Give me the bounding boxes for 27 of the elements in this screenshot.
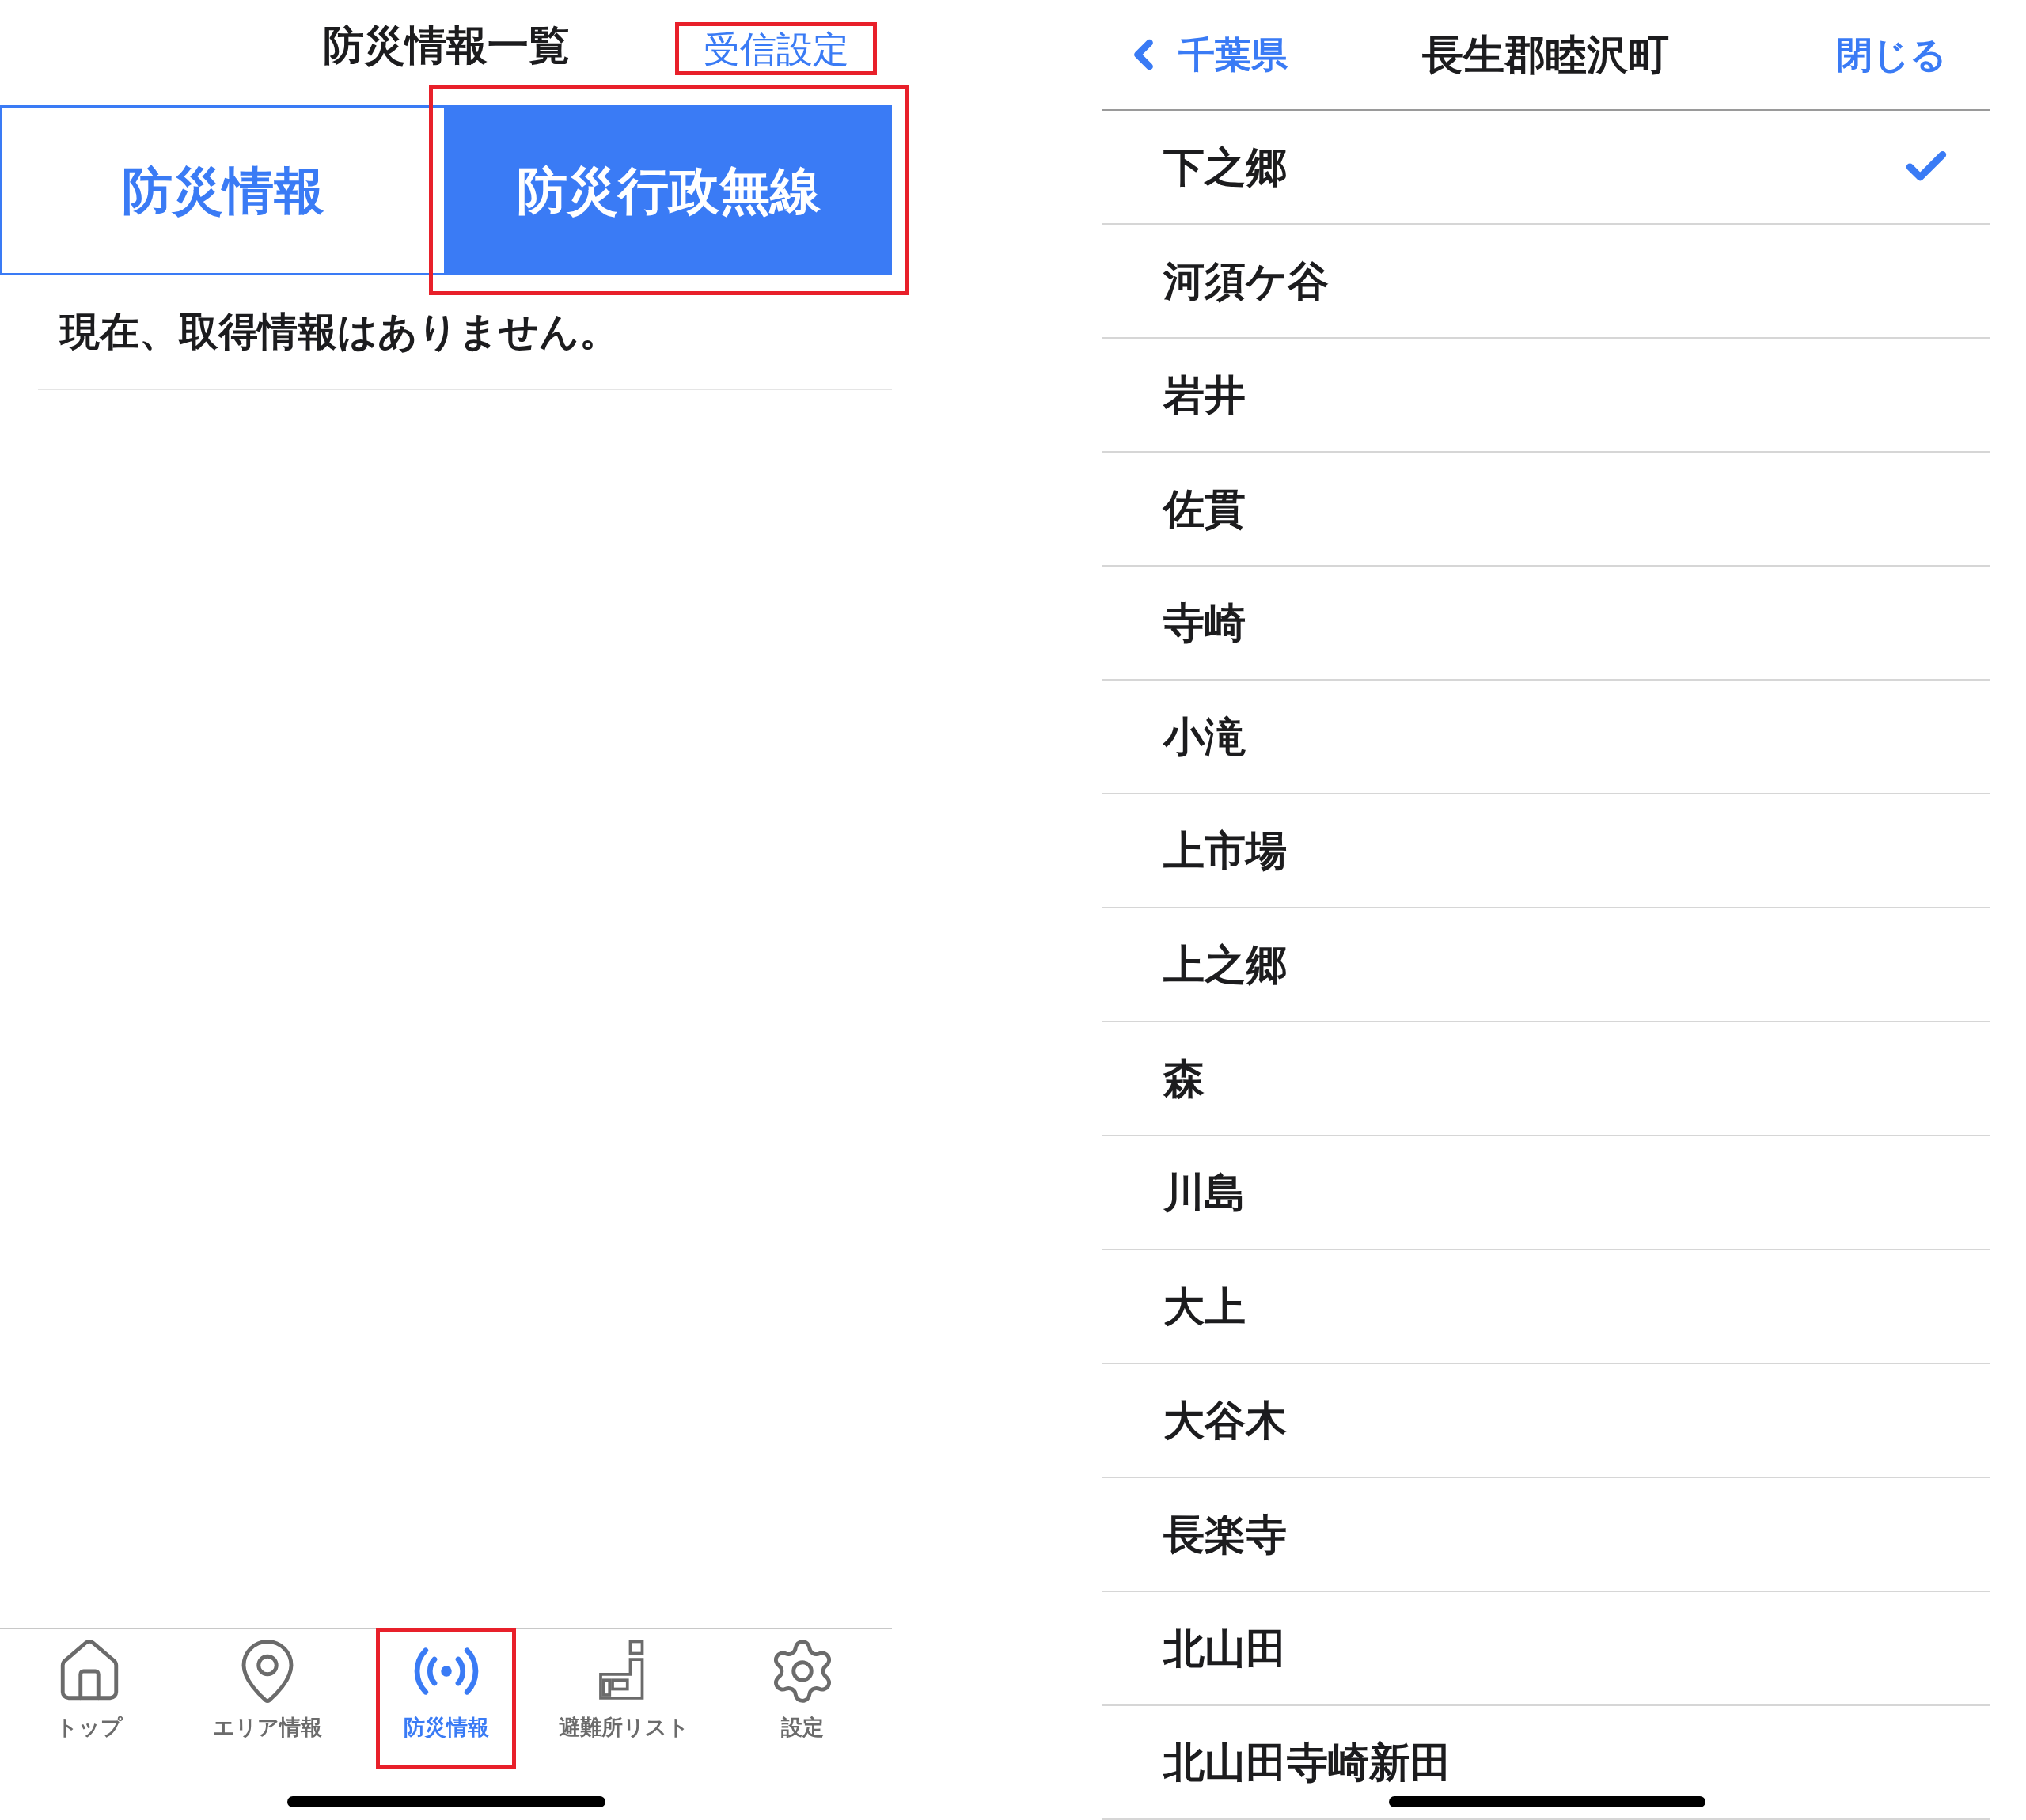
list-row[interactable]: 小滝 [1102, 681, 1990, 794]
list-row[interactable]: 北山田 [1102, 1592, 1990, 1706]
list-row[interactable]: 大谷木 [1102, 1364, 1990, 1478]
back-button[interactable]: 千葉県 [1120, 27, 1288, 82]
tab-bar-item[interactable]: エリア情報 [213, 1636, 323, 1744]
list-row[interactable]: 佐貫 [1102, 453, 1990, 567]
list-row[interactable]: 河須ケ谷 [1102, 225, 1990, 339]
close-button[interactable]: 閉じる [1836, 27, 1947, 82]
tab-bar-item[interactable]: 防災情報 [403, 1636, 489, 1744]
tab-bar-item[interactable]: 設定 [767, 1636, 839, 1744]
empty-message: 現在、取得情報はありません。 [60, 309, 619, 355]
screen-title: 防災情報一覧 [322, 21, 570, 70]
list-row[interactable]: 岩井 [1102, 339, 1990, 453]
list-row[interactable]: 下之郷 [1102, 111, 1990, 225]
list-row[interactable]: 長楽寺 [1102, 1478, 1990, 1592]
list-row[interactable]: 川島 [1102, 1136, 1990, 1250]
list-row[interactable]: 上市場 [1102, 794, 1990, 908]
receive-settings-link[interactable]: 受信設定 [703, 30, 849, 67]
screen-title: 長生郡睦沢町 [1421, 31, 1670, 79]
list-row[interactable]: 寺崎 [1102, 567, 1990, 681]
tab-bar-item[interactable]: 避難所リスト [559, 1636, 690, 1744]
list-row[interactable]: 上之郷 [1102, 908, 1990, 1022]
list-row[interactable]: 大上 [1102, 1250, 1990, 1364]
segment-tab[interactable]: 防災行政無線 [446, 105, 892, 275]
list-row[interactable]: 森 [1102, 1022, 1990, 1136]
segment-tab[interactable]: 防災情報 [0, 105, 446, 275]
tab-bar-item[interactable]: トップ [53, 1636, 125, 1744]
